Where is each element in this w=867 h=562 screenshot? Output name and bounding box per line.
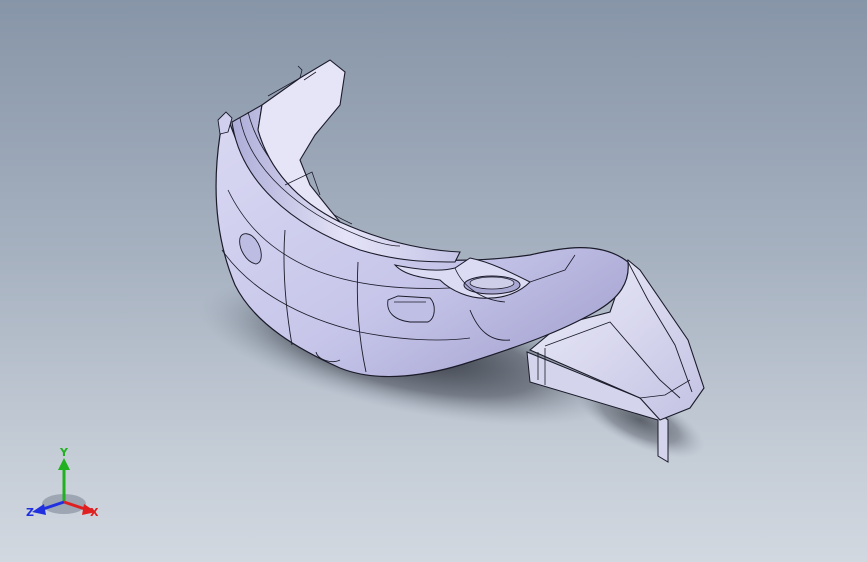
model-3d-view[interactable]: [0, 0, 867, 562]
y-axis-arrow: [58, 458, 70, 470]
z-axis-label: Z: [26, 506, 34, 519]
z-axis-arrow: [32, 504, 46, 515]
x-axis-label: X: [90, 506, 99, 519]
axis-triad[interactable]: Y X Z: [22, 446, 106, 526]
y-axis-label: Y: [59, 446, 69, 459]
graphics-viewport[interactable]: Y X Z: [0, 0, 867, 562]
